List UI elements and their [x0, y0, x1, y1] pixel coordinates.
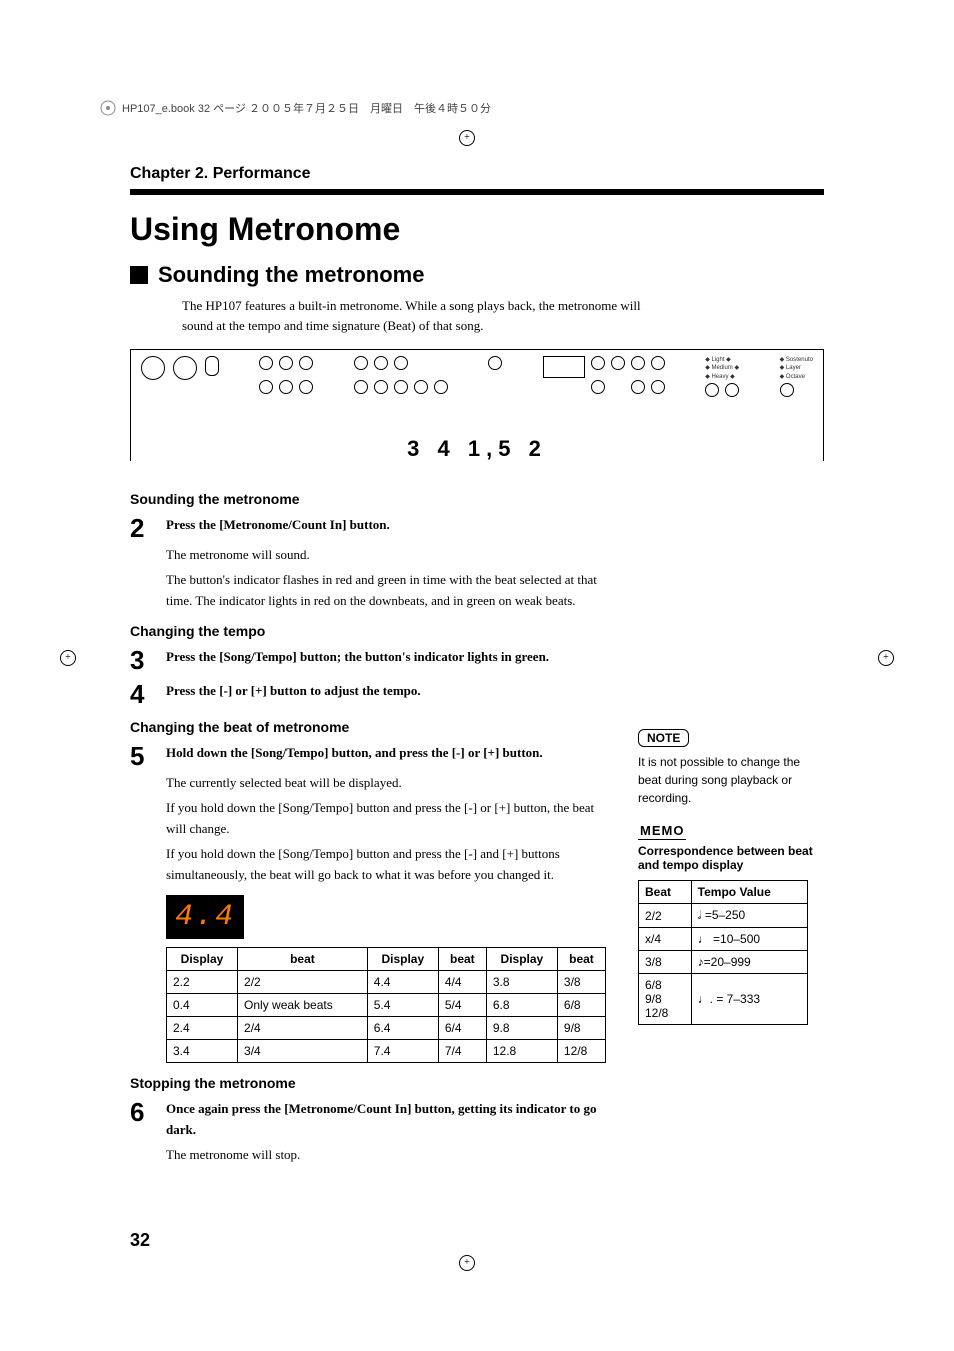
- crop-mark-right: +: [878, 650, 894, 666]
- step-2-body-1: The metronome will sound.: [166, 545, 610, 566]
- step-6-body-1: The metronome will stop.: [166, 1145, 610, 1166]
- memo-label: MEMO: [638, 823, 686, 840]
- step-number-3: 3: [130, 647, 166, 673]
- step-number-2: 2: [130, 515, 166, 541]
- step-number-5: 5: [130, 743, 166, 769]
- subheading-tempo: Changing the tempo: [130, 623, 610, 639]
- table-row: 3/8♪=20–999: [639, 951, 808, 974]
- page-number: 32: [130, 1230, 150, 1251]
- memo-heading: Correspondence between beat and tempo di…: [638, 844, 824, 872]
- beat-table: DisplaybeatDisplaybeatDisplaybeat 2.22/2…: [166, 947, 606, 1063]
- chapter-title: Chapter 2. Performance: [130, 165, 824, 183]
- tempo-table: BeatTempo Value 2/2𝅗𝅥 =5–250x/4♩ =10–500…: [638, 880, 808, 1025]
- crop-mark-left: +: [60, 650, 76, 666]
- control-panel-diagram: ◆ Light ◆◆ Medium ◆◆ Heavy ◆ ◆ Sostenuto…: [130, 349, 824, 461]
- table-row: 6/8 9/8 12/8♩. = 7–333: [639, 974, 808, 1025]
- note-label: NOTE: [638, 729, 689, 747]
- step-4-lead: Press the [-] or [+] button to adjust th…: [166, 683, 421, 698]
- table-header: beat: [238, 948, 368, 971]
- note-text: It is not possible to change the beat du…: [638, 753, 824, 807]
- table-row: 2.42/46.46/49.89/8: [167, 1017, 606, 1040]
- table-row: 0.4Only weak beats5.45/46.86/8: [167, 994, 606, 1017]
- page-title: Using Metronome: [130, 211, 824, 248]
- table-header: Display: [367, 948, 438, 971]
- table-row: 2/2𝅗𝅥 =5–250: [639, 904, 808, 928]
- step-5-body-1: The currently selected beat will be disp…: [166, 773, 610, 794]
- table-row: 3.43/47.47/412.812/8: [167, 1040, 606, 1063]
- subheading-sounding: Sounding the metronome: [130, 491, 610, 507]
- table-row: x/4♩ =10–500: [639, 928, 808, 951]
- crop-mark-top: +: [459, 130, 475, 146]
- table-header: Display: [167, 948, 238, 971]
- diagram-callouts: 3 4 1,5 2: [131, 432, 823, 462]
- table-header: beat: [557, 948, 605, 971]
- crop-mark-bottom: +: [459, 1255, 475, 1271]
- subheading-beat: Changing the beat of metronome: [130, 719, 610, 735]
- heading-rule: [130, 189, 824, 195]
- step-number-6: 6: [130, 1099, 166, 1141]
- section-heading: Sounding the metronome: [158, 262, 424, 288]
- step-3-lead: Press the [Song/Tempo] button; the butto…: [166, 649, 549, 664]
- table-header: beat: [438, 948, 486, 971]
- step-2-lead: Press the [Metronome/Count In] button.: [166, 517, 390, 532]
- table-row: 2.22/24.44/43.83/8: [167, 971, 606, 994]
- step-5-lead: Hold down the [Song/Tempo] button, and p…: [166, 745, 543, 760]
- h2-bullet: [130, 266, 148, 284]
- step-number-4: 4: [130, 681, 166, 707]
- step-5-body-2: If you hold down the [Song/Tempo] button…: [166, 798, 610, 840]
- step-6-lead: Once again press the [Metronome/Count In…: [166, 1101, 596, 1137]
- step-2-body-2: The button's indicator flashes in red an…: [166, 570, 610, 612]
- page-header: HP107_e.book 32 ページ ２００５年７月２５日 月曜日 午後４時５…: [100, 100, 854, 116]
- step-5-body-3: If you hold down the [Song/Tempo] button…: [166, 844, 610, 886]
- book-icon: [100, 100, 116, 116]
- subheading-stopping: Stopping the metronome: [130, 1075, 610, 1091]
- header-text: HP107_e.book 32 ページ ２００５年７月２５日 月曜日 午後４時５…: [122, 100, 491, 116]
- table-header: Beat: [639, 881, 692, 904]
- table-header: Display: [486, 948, 557, 971]
- seven-segment-display: 4.4: [166, 895, 244, 939]
- intro-text: The HP107 features a built-in metronome.…: [182, 296, 642, 335]
- table-header: Tempo Value: [691, 881, 807, 904]
